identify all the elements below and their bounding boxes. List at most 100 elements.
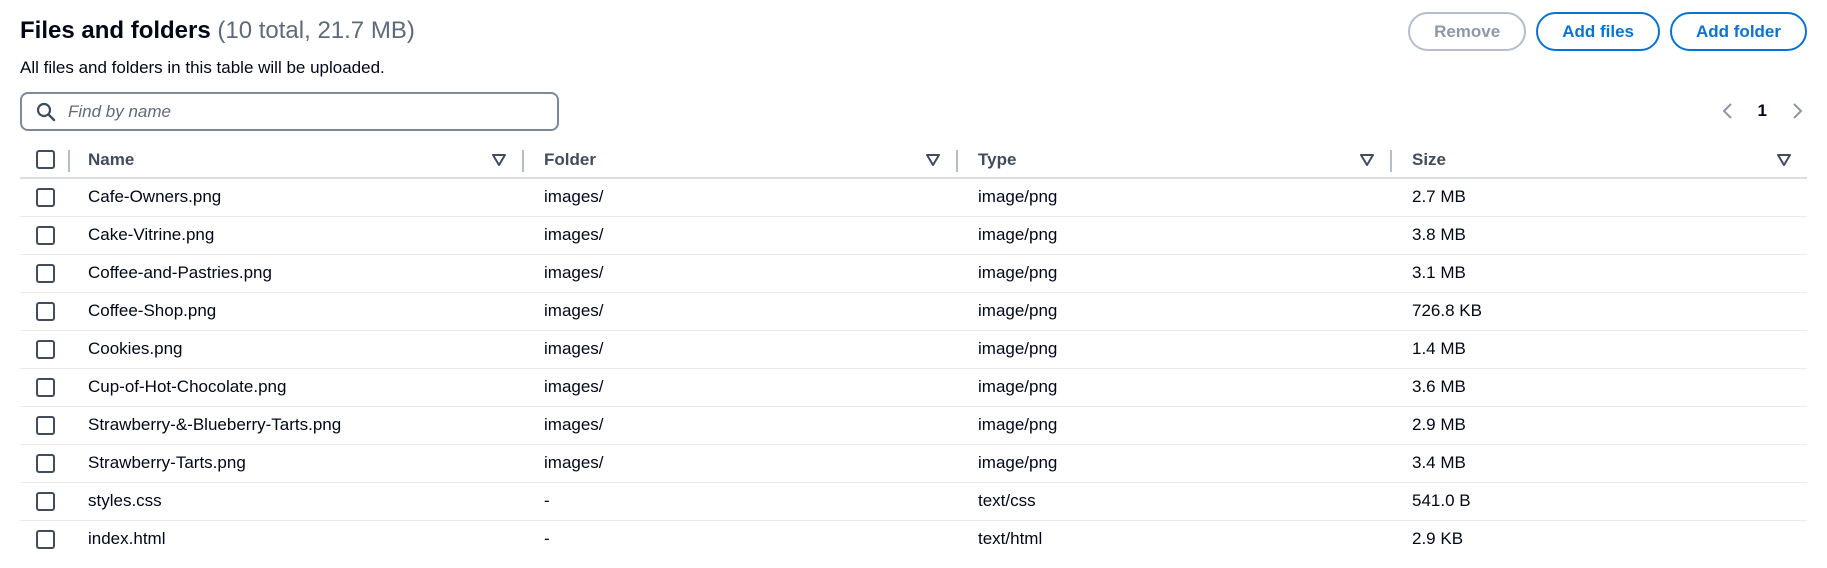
table-description: All files and folders in this table will…	[20, 58, 385, 77]
row-checkbox[interactable]	[36, 187, 55, 207]
row-checkbox[interactable]	[36, 263, 55, 283]
file-type: text/html	[978, 529, 1043, 549]
caret-down-icon[interactable]	[492, 153, 506, 166]
search-icon	[36, 102, 56, 121]
table-row: Coffee-Shop.png images/ image/png 726.8 …	[20, 292, 1807, 331]
column-header-size[interactable]: Size	[1390, 142, 1807, 179]
file-name: Strawberry-&-Blueberry-Tarts.png	[88, 406, 522, 445]
column-separator	[956, 150, 958, 172]
file-type: text/css	[956, 482, 1390, 521]
file-name: Cup-of-Hot-Chocolate.png	[88, 368, 522, 407]
file-type: image/png	[956, 254, 1390, 293]
row-checkbox[interactable]	[36, 225, 55, 245]
file-name: Cafe-Owners.png	[88, 178, 522, 217]
header-actions: Remove Add files Add folder	[1408, 12, 1807, 51]
row-select-cell	[20, 444, 88, 483]
file-folder: images/	[522, 444, 956, 483]
file-type: image/png	[956, 330, 1390, 369]
row-select-cell	[20, 254, 88, 293]
table-row: Strawberry-Tarts.png images/ image/png 3…	[20, 444, 1807, 483]
caret-down-icon[interactable]	[1777, 153, 1791, 166]
file-folder: images/	[522, 254, 956, 293]
table-header-row: Name Folder Type Size	[20, 142, 1807, 179]
row-checkbox[interactable]	[36, 301, 55, 321]
table-row: Strawberry-&-Blueberry-Tarts.png images/…	[20, 406, 1807, 445]
row-select-cell	[20, 216, 88, 255]
table-row: Cafe-Owners.png images/ image/png 2.7 MB	[20, 178, 1807, 217]
row-select-cell	[20, 330, 88, 369]
file-folder: images/	[522, 406, 956, 445]
row-select-cell	[20, 368, 88, 407]
row-select-cell	[20, 520, 88, 558]
file-name: styles.css	[88, 482, 522, 521]
add-files-button[interactable]: Add files	[1536, 12, 1660, 51]
column-separator	[68, 150, 70, 172]
file-type: image/png	[956, 368, 1390, 407]
row-checkbox[interactable]	[36, 453, 55, 473]
column-separator	[522, 150, 524, 172]
chevron-right-icon[interactable]	[1787, 100, 1807, 122]
table-row: Cookies.png images/ image/png 1.4 MB	[20, 330, 1807, 369]
select-all-checkbox[interactable]	[36, 150, 55, 169]
row-checkbox[interactable]	[36, 415, 55, 435]
row-select-cell	[20, 292, 88, 331]
page-number[interactable]: 1	[1758, 101, 1767, 121]
file-size: 3.6 MB	[1390, 368, 1807, 407]
page-title: Files and folders (10 total, 21.7 MB)	[20, 16, 415, 46]
row-checkbox[interactable]	[36, 529, 55, 549]
file-size: 2.7 MB	[1390, 178, 1807, 217]
table-row: index.html - text/html 2.9 KB	[20, 520, 1807, 558]
file-folder: images/	[522, 330, 956, 369]
column-header-type[interactable]: Type	[956, 142, 1390, 179]
column-label: Name	[88, 149, 135, 169]
file-size: 3.1 MB	[1390, 254, 1807, 293]
table-row: Cup-of-Hot-Chocolate.png images/ image/p…	[20, 368, 1807, 407]
column-separator	[1390, 150, 1392, 172]
file-name: Coffee-and-Pastries.png	[88, 254, 522, 293]
file-folder: -	[522, 482, 956, 521]
table-row: Coffee-and-Pastries.png images/ image/pn…	[20, 254, 1807, 293]
file-name: Coffee-Shop.png	[88, 292, 522, 331]
file-folder: images/	[522, 368, 956, 407]
file-name: index.html	[88, 529, 166, 549]
file-name: Strawberry-Tarts.png	[88, 444, 522, 483]
column-label: Size	[1412, 149, 1447, 169]
file-size: 2.9 KB	[1412, 529, 1464, 549]
row-select-cell	[20, 406, 88, 445]
file-folder: -	[544, 529, 550, 549]
caret-down-icon[interactable]	[926, 153, 940, 166]
file-size: 3.8 MB	[1390, 216, 1807, 255]
remove-button[interactable]: Remove	[1408, 12, 1527, 51]
column-header-name[interactable]: Name	[68, 142, 522, 179]
file-type: image/png	[956, 216, 1390, 255]
select-all-cell	[20, 142, 88, 179]
title-count: (10 total, 21.7 MB)	[217, 17, 415, 44]
table-header: Files and folders (10 total, 21.7 MB)	[20, 16, 415, 46]
pagination: 1	[1718, 100, 1807, 122]
row-select-cell	[20, 178, 88, 217]
column-label: Type	[978, 149, 1017, 169]
file-folder: images/	[522, 178, 956, 217]
search-input[interactable]	[68, 101, 548, 122]
row-checkbox[interactable]	[36, 377, 55, 397]
file-type: image/png	[956, 444, 1390, 483]
file-size: 2.9 MB	[1390, 406, 1807, 445]
file-size: 3.4 MB	[1390, 444, 1807, 483]
column-header-folder[interactable]: Folder	[522, 142, 956, 179]
add-folder-button[interactable]: Add folder	[1670, 12, 1807, 51]
file-type: image/png	[956, 406, 1390, 445]
row-checkbox[interactable]	[36, 491, 55, 511]
table-row: Cake-Vitrine.png images/ image/png 3.8 M…	[20, 216, 1807, 255]
file-size: 726.8 KB	[1390, 292, 1807, 331]
file-size: 541.0 B	[1390, 482, 1807, 521]
row-select-cell	[20, 482, 88, 521]
chevron-left-icon[interactable]	[1718, 100, 1738, 122]
row-checkbox[interactable]	[36, 339, 55, 359]
file-size: 1.4 MB	[1390, 330, 1807, 369]
table-row: styles.css - text/css 541.0 B	[20, 482, 1807, 521]
caret-down-icon[interactable]	[1360, 153, 1374, 166]
search-field[interactable]	[20, 92, 559, 131]
file-type: image/png	[956, 178, 1390, 217]
title-text: Files and folders	[20, 17, 211, 44]
file-name: Cookies.png	[88, 330, 522, 369]
